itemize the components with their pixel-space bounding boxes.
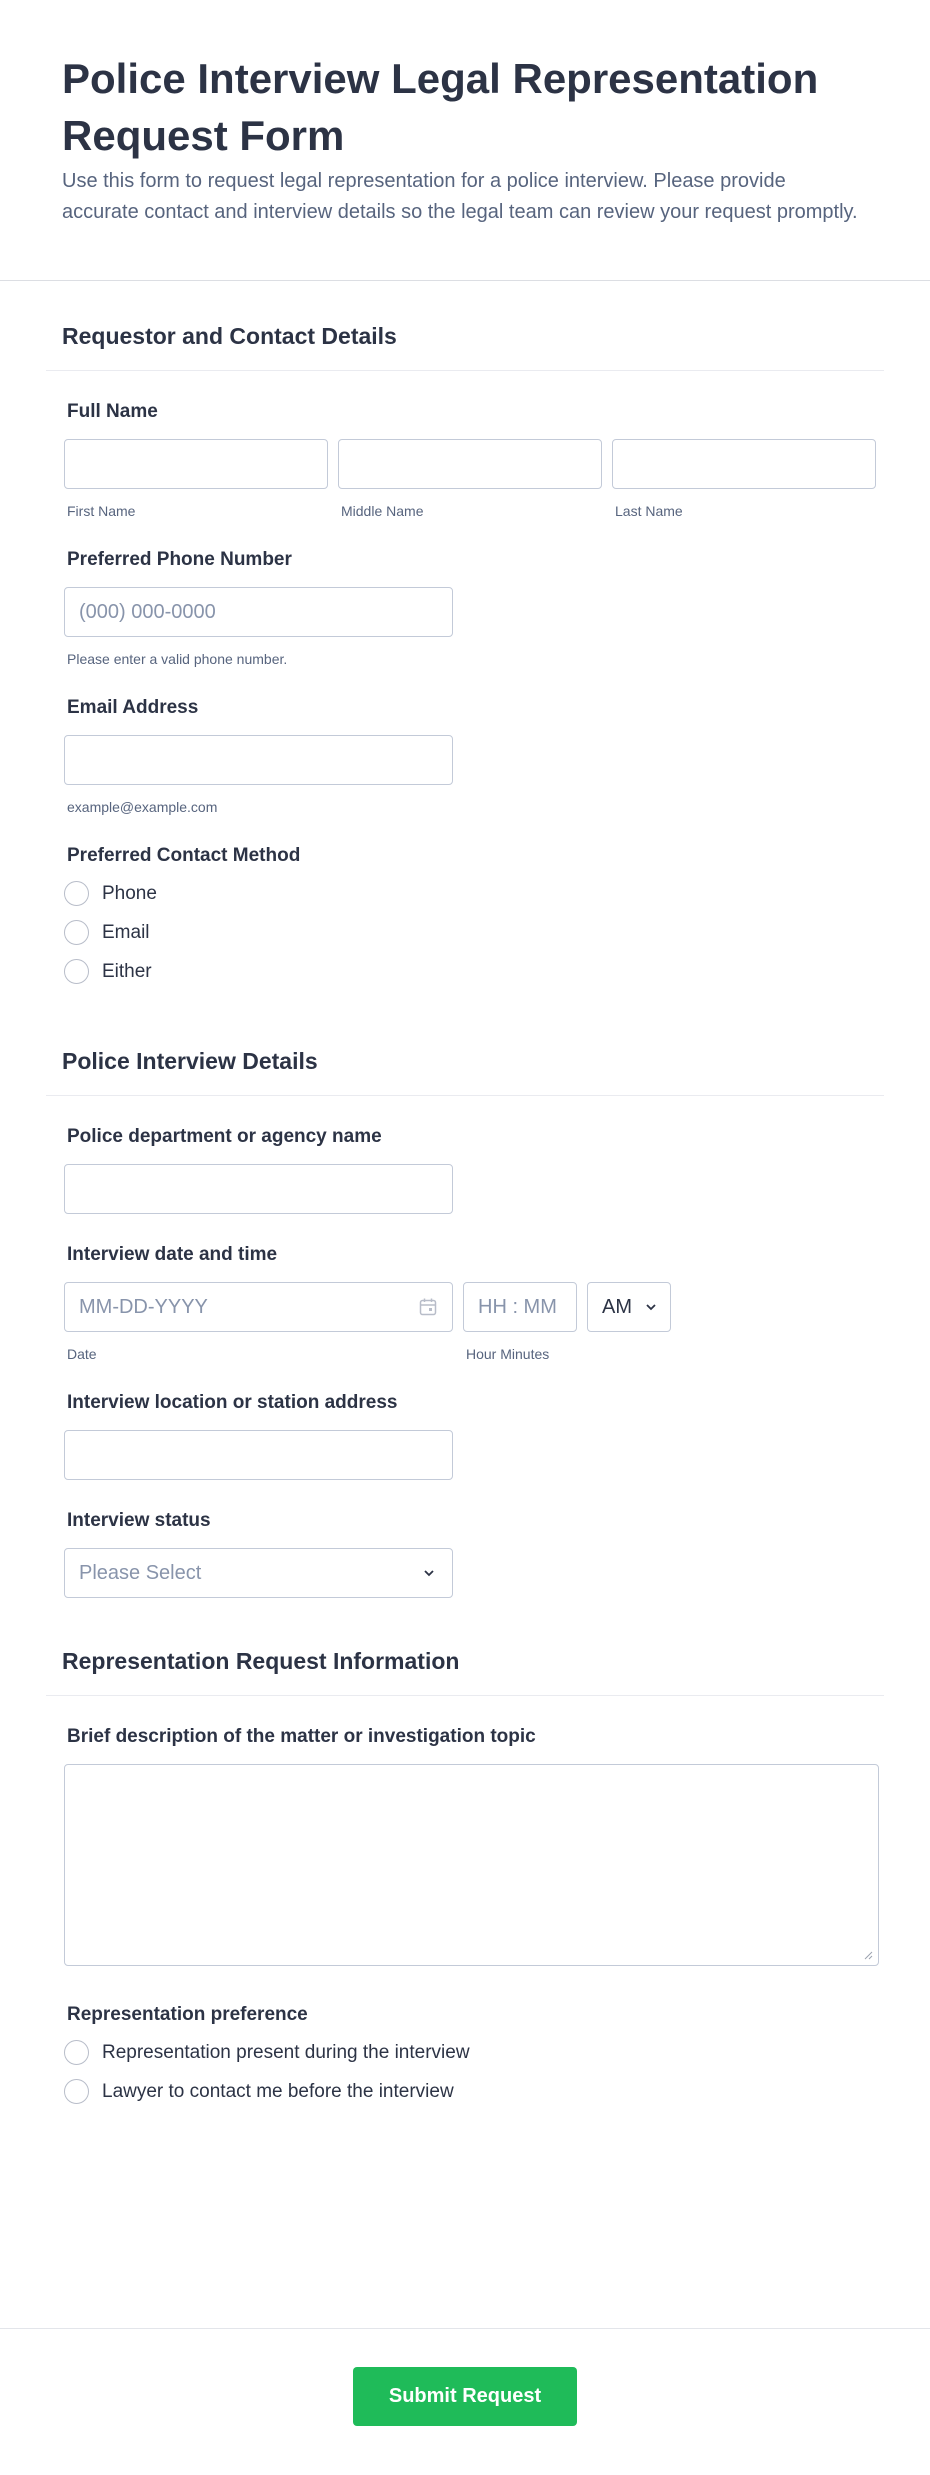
radio-circle-icon[interactable] xyxy=(64,881,89,906)
resize-grip-icon[interactable] xyxy=(863,1950,873,1960)
phone-hint: Please enter a valid phone number. xyxy=(67,651,288,667)
email-hint: example@example.com xyxy=(67,799,218,815)
submit-request-button[interactable]: Submit Request xyxy=(353,2367,577,2426)
preference-option-present[interactable]: Representation present during the interv… xyxy=(64,2040,866,2065)
contact-method-option-phone[interactable]: Phone xyxy=(64,881,866,906)
section-representation: Representation Request Information Brief… xyxy=(0,1606,930,2104)
date-placeholder: MM-DD-YYYY xyxy=(79,1295,208,1318)
matter-description-label: Brief description of the matter or inves… xyxy=(67,1726,536,1747)
status-placeholder: Please Select xyxy=(79,1561,202,1584)
first-name-sublabel: First Name xyxy=(67,503,136,519)
full-name-label: Full Name xyxy=(67,401,158,422)
email-input[interactable] xyxy=(64,735,453,785)
phone-placeholder: (000) 000-0000 xyxy=(79,600,216,623)
location-field: Interview location or station address xyxy=(46,1362,884,1480)
status-label: Interview status xyxy=(67,1510,211,1531)
radio-label: Either xyxy=(102,960,152,982)
chevron-down-icon xyxy=(646,1304,656,1311)
contact-method-option-either[interactable]: Either xyxy=(64,959,866,984)
first-name-input[interactable] xyxy=(64,439,328,489)
date-input[interactable]: MM-DD-YYYY xyxy=(64,1282,453,1332)
time-input[interactable]: HH : MM xyxy=(463,1282,577,1332)
location-input[interactable] xyxy=(64,1430,453,1480)
preference-option-contact-before[interactable]: Lawyer to contact me before the intervie… xyxy=(64,2079,866,2104)
matter-description-textarea[interactable] xyxy=(64,1764,879,1966)
agency-input[interactable] xyxy=(64,1164,453,1214)
form-page: Police Interview Legal Representation Re… xyxy=(0,0,930,2475)
contact-method-label: Preferred Contact Method xyxy=(67,845,301,866)
interview-datetime-label: Interview date and time xyxy=(67,1244,278,1265)
last-name-input[interactable] xyxy=(612,439,876,489)
radio-circle-icon[interactable] xyxy=(64,959,89,984)
section-title-representation: Representation Request Information xyxy=(46,1606,884,1696)
matter-description-field: Brief description of the matter or inves… xyxy=(46,1696,884,1966)
status-select[interactable]: Please Select xyxy=(64,1548,453,1598)
chevron-down-icon xyxy=(424,1570,434,1577)
time-placeholder: HH : MM xyxy=(478,1295,557,1318)
email-label: Email Address xyxy=(67,697,199,718)
agency-label: Police department or agency name xyxy=(67,1126,382,1147)
contact-method-option-email[interactable]: Email xyxy=(64,920,866,945)
full-name-field: Full Name First Name Middle Name Last Na… xyxy=(46,371,884,519)
representation-preference-field: Representation preference Representation… xyxy=(46,1966,884,2104)
status-field: Interview status Please Select xyxy=(46,1480,884,1598)
middle-name-sublabel: Middle Name xyxy=(341,503,424,519)
form-footer: Submit Request xyxy=(0,2328,930,2475)
radio-label: Representation present during the interv… xyxy=(102,2041,470,2063)
representation-preference-label: Representation preference xyxy=(67,2004,308,2025)
email-field: Email Address example@example.com xyxy=(46,667,884,815)
date-sublabel: Date xyxy=(67,1346,97,1362)
page-description: Use this form to request legal represent… xyxy=(62,170,858,223)
time-sublabel: Hour Minutes xyxy=(466,1346,550,1362)
last-name-sublabel: Last Name xyxy=(615,503,683,519)
agency-field: Police department or agency name xyxy=(46,1096,884,1214)
form-header: Police Interview Legal Representation Re… xyxy=(0,0,930,281)
radio-circle-icon[interactable] xyxy=(64,920,89,945)
radio-circle-icon[interactable] xyxy=(64,2040,89,2065)
phone-field: Preferred Phone Number (000) 000-0000 Pl… xyxy=(46,519,884,667)
section-contact: Requestor and Contact Details Full Name … xyxy=(0,281,930,984)
section-title-contact: Requestor and Contact Details xyxy=(46,281,884,371)
radio-label: Lawyer to contact me before the intervie… xyxy=(102,2080,454,2102)
radio-circle-icon[interactable] xyxy=(64,2079,89,2104)
location-label: Interview location or station address xyxy=(67,1392,398,1413)
middle-name-input[interactable] xyxy=(338,439,602,489)
radio-label: Email xyxy=(102,921,150,943)
interview-datetime-field: Interview date and time MM-DD-YYYY Date xyxy=(46,1214,884,1362)
section-title-interview: Police Interview Details xyxy=(46,1006,884,1096)
contact-method-field: Preferred Contact Method Phone Email Eit… xyxy=(46,815,884,984)
page-title: Police Interview Legal Representation Re… xyxy=(62,55,819,159)
phone-input[interactable]: (000) 000-0000 xyxy=(64,587,453,637)
calendar-icon[interactable] xyxy=(418,1297,438,1317)
ampm-value: AM xyxy=(602,1295,632,1318)
ampm-select[interactable]: AM xyxy=(587,1282,671,1332)
section-interview: Police Interview Details Police departme… xyxy=(0,1006,930,1598)
radio-label: Phone xyxy=(102,882,157,904)
phone-label: Preferred Phone Number xyxy=(67,549,292,570)
